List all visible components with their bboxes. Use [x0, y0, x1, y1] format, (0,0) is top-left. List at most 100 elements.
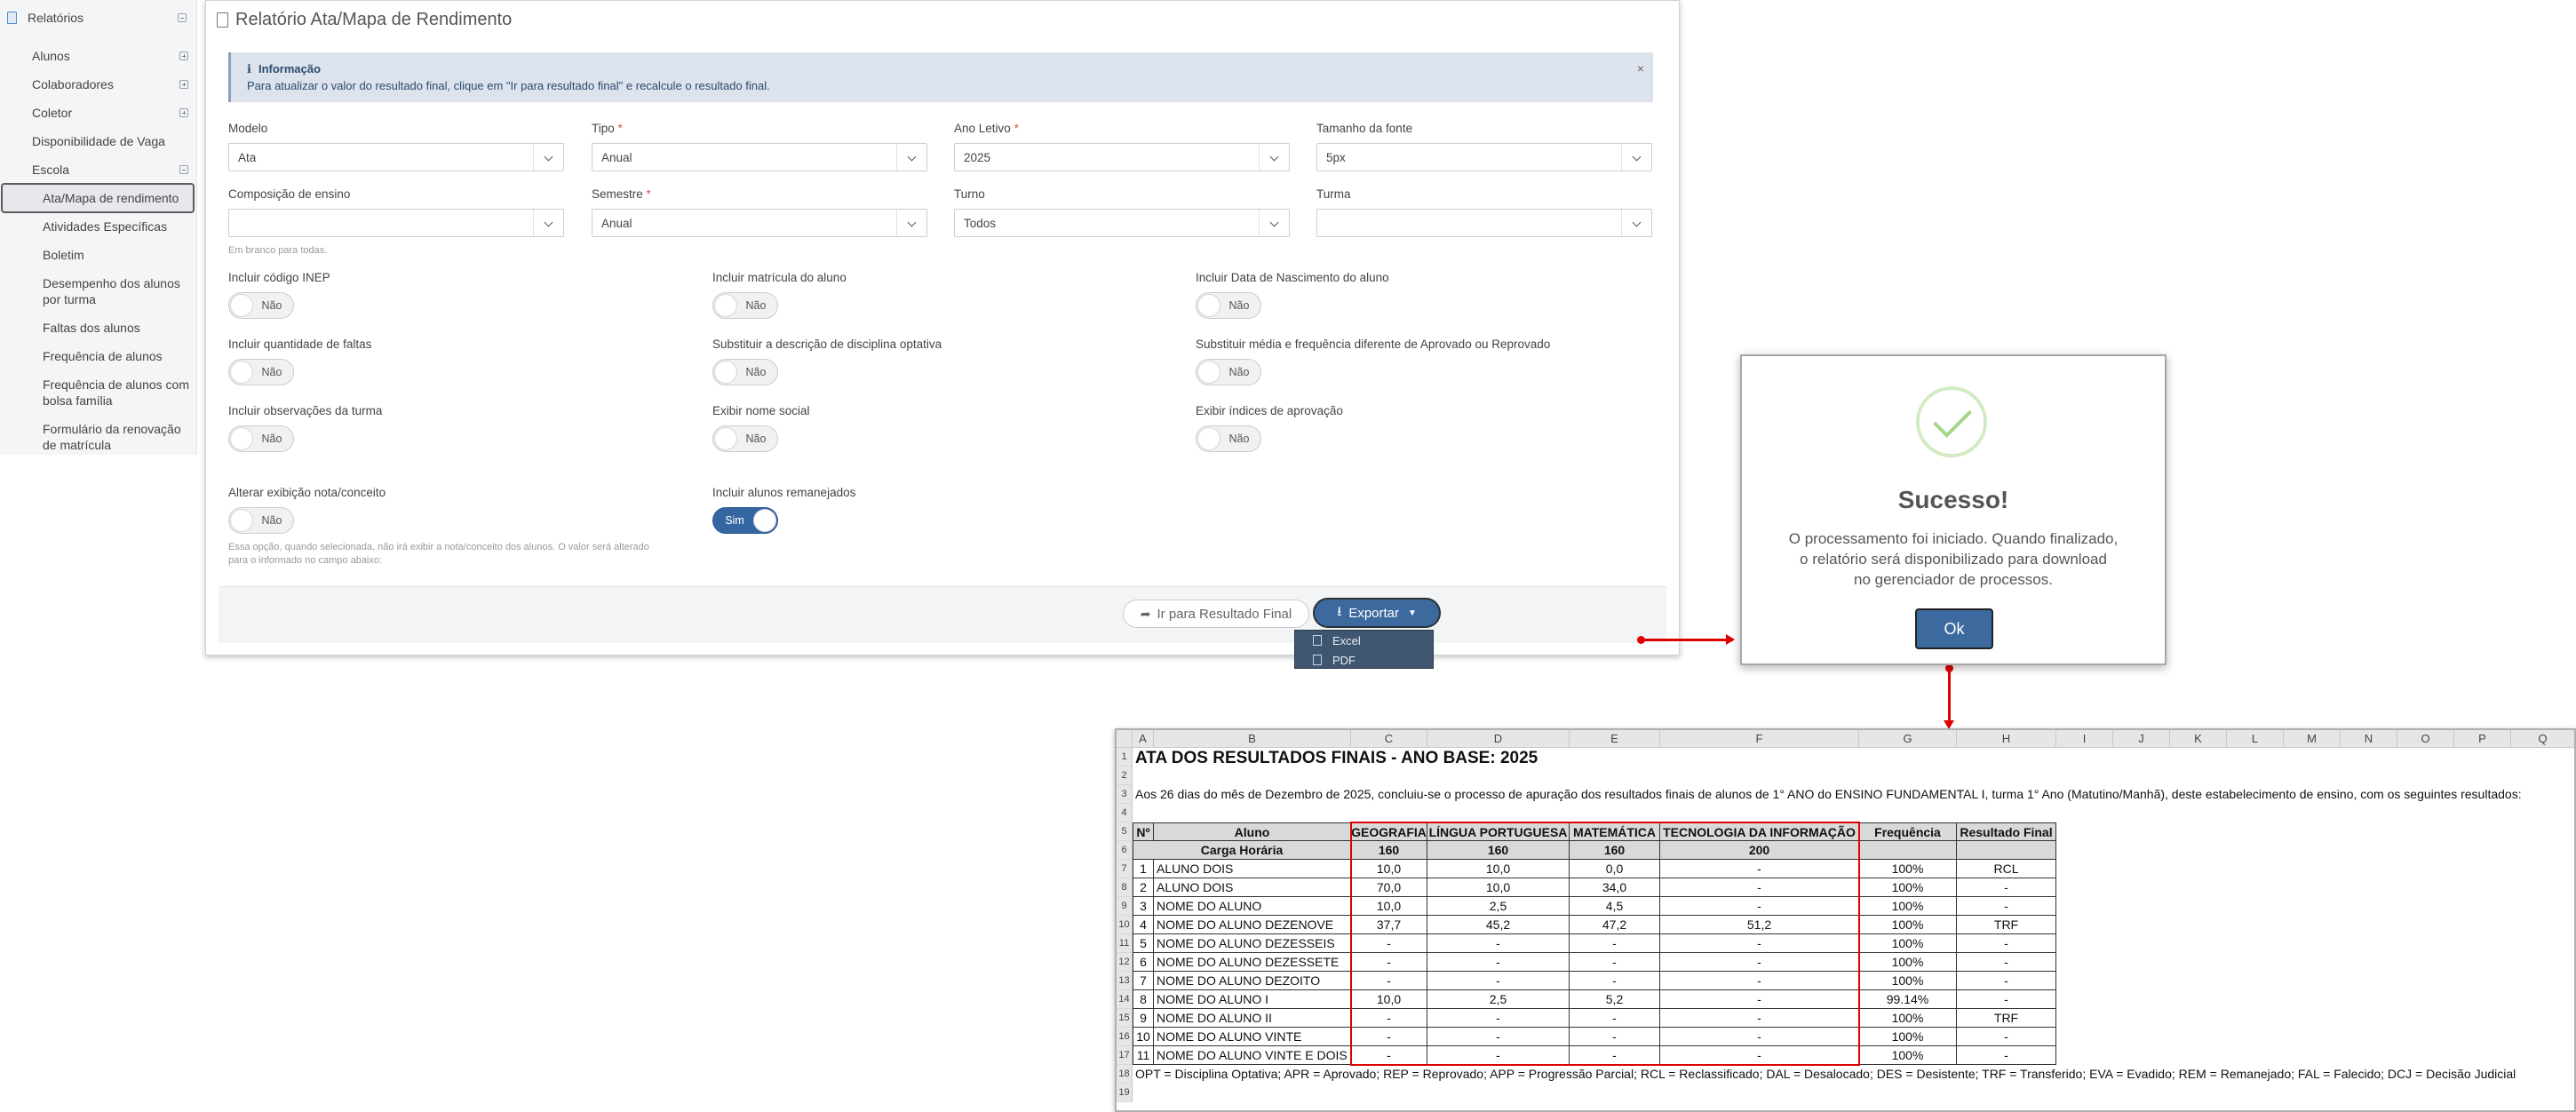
student-data-cell: - [1570, 1028, 1660, 1046]
sidebar-sub-frequencia[interactable]: Frequência de alunos [43, 348, 192, 364]
sidebar-sub-atividades[interactable]: Atividades Específicas [43, 218, 192, 234]
sheet-legend: OPT = Disciplina Optativa; APR = Aprovad… [1135, 1067, 2516, 1081]
student-data-cell: - [1660, 1046, 1859, 1065]
collapse-icon[interactable] [179, 165, 188, 174]
column-header: C [1351, 730, 1427, 748]
student-data-cell: 2,5 [1427, 897, 1570, 916]
nome-social-label: Exibir nome social [712, 404, 810, 417]
empty-cell [1859, 841, 1957, 860]
sidebar-sub-ata-mapa[interactable]: Ata/Mapa de rendimento [43, 190, 192, 206]
row-header: 16 [1117, 1028, 1133, 1046]
sidebar-sub-frequencia-bolsa[interactable]: Frequência de alunos com bolsa família [43, 377, 192, 409]
student-data-cell: - [1957, 1046, 2056, 1065]
dialog-ok-button[interactable]: Ok [1915, 608, 1993, 649]
sheet-header-cell: Aluno [1154, 822, 1351, 841]
composicao-select[interactable] [228, 209, 564, 237]
sidebar-item-disponibilidade[interactable]: Disponibilidade de Vaga [32, 133, 192, 149]
faltas-toggle[interactable]: Não [228, 359, 294, 385]
student-data-cell: RCL [1957, 860, 2056, 878]
expand-icon[interactable] [179, 52, 188, 60]
sidebar-sub-boletim[interactable]: Boletim [43, 247, 192, 263]
excel-spreadsheet: A B C D E F G H I J K L M N O P Q 1 2 3 4 5 6 7 8 9 10 11 12 13 14 15 16… [1115, 728, 2576, 1112]
observacoes-toggle[interactable]: Não [228, 425, 294, 452]
remanejados-toggle[interactable]: Sim [712, 507, 778, 534]
student-data-cell: 5 [1133, 934, 1154, 953]
student-data-cell: - [1351, 1046, 1427, 1065]
student-name-cell: NOME DO ALUNO II [1154, 1009, 1351, 1028]
student-data-cell: 10,0 [1351, 990, 1427, 1009]
export-pdf-item[interactable]: PDF [1295, 650, 1435, 670]
student-data-cell: - [1351, 934, 1427, 953]
nascimento-toggle[interactable]: Não [1196, 292, 1261, 319]
student-name-cell: NOME DO ALUNO DEZESSEIS [1154, 934, 1351, 953]
student-data-cell: - [1351, 953, 1427, 972]
sidebar-item-escola[interactable]: Escola [32, 162, 192, 178]
nome-social-toggle[interactable]: Não [712, 425, 778, 452]
column-header: B [1154, 730, 1351, 748]
nota-conceito-toggle[interactable]: Não [228, 507, 294, 534]
turma-select[interactable] [1316, 209, 1652, 237]
chevron-down-icon [896, 144, 926, 171]
semestre-label: Semestre * [592, 187, 651, 201]
sidebar-sub-desempenho[interactable]: Desempenho dos alunos por turma [43, 275, 192, 307]
sidebar-item-colaboradores[interactable]: Colaboradores [32, 76, 192, 92]
export-button[interactable]: ⭳ Exportar ▼ [1313, 598, 1441, 628]
student-data-cell: - [1351, 1009, 1427, 1028]
media-toggle[interactable]: Não [1196, 359, 1261, 385]
indices-toggle[interactable]: Não [1196, 425, 1261, 452]
tipo-select[interactable]: Anual [592, 143, 927, 171]
sheet-header-cell: MATEMÁTICA [1570, 822, 1660, 841]
student-data-cell: 3 [1133, 897, 1154, 916]
go-to-final-result-button[interactable]: ➦ Ir para Resultado Final [1123, 600, 1309, 628]
sheet-header-cell: GEOGRAFIA [1351, 822, 1427, 841]
student-data-cell: - [1660, 1009, 1859, 1028]
student-data-cell: 5,2 [1570, 990, 1660, 1009]
student-data-cell: - [1957, 953, 2056, 972]
inep-toggle[interactable]: Não [228, 292, 294, 319]
modelo-select[interactable]: Ata [228, 143, 564, 171]
student-data-cell: - [1427, 1009, 1570, 1028]
chevron-down-icon [533, 144, 563, 171]
tamanho-fonte-select[interactable]: 5px [1316, 143, 1652, 171]
matricula-toggle[interactable]: Não [712, 292, 778, 319]
column-header: P [2454, 730, 2511, 748]
sidebar-root-relatorios[interactable]: Relatórios [7, 7, 190, 28]
sheet-header-cell: TECNOLOGIA DA INFORMAÇÃO [1660, 822, 1859, 841]
chevron-down-icon [1259, 144, 1289, 171]
sidebar-sub-formulario[interactable]: Formulário da renovação de matrícula [43, 421, 192, 453]
row-header: 11 [1117, 934, 1133, 953]
turno-select[interactable]: Todos [954, 209, 1290, 237]
student-data-cell: - [1660, 878, 1859, 897]
export-excel-item[interactable]: Excel [1295, 631, 1435, 650]
student-data-cell: - [1351, 1028, 1427, 1046]
student-data-cell: 0,0 [1570, 860, 1660, 878]
dialog-title: Sucesso! [1897, 486, 2009, 513]
column-header: J [2113, 730, 2170, 748]
optativa-toggle[interactable]: Não [712, 359, 778, 385]
sidebar-sub-faltas[interactable]: Faltas dos alunos [43, 320, 192, 336]
semestre-select[interactable]: Anual [592, 209, 927, 237]
student-data-cell: 2,5 [1427, 990, 1570, 1009]
expand-icon[interactable] [179, 80, 188, 89]
close-icon[interactable]: × [1637, 61, 1644, 75]
column-header: G [1859, 730, 1957, 748]
ano-letivo-select[interactable]: 2025 [954, 143, 1290, 171]
row-header: 12 [1117, 953, 1133, 972]
collapse-icon[interactable] [178, 13, 187, 22]
sidebar-item-coletor[interactable]: Coletor [32, 105, 192, 121]
student-data-cell: - [1427, 972, 1570, 990]
nascimento-label: Incluir Data de Nascimento do aluno [1196, 271, 1389, 284]
row-header: 4 [1117, 804, 1133, 822]
row-header: 5 [1117, 822, 1133, 841]
student-name-cell: ALUNO DOIS [1154, 878, 1351, 897]
sheet-header-cell: Resultado Final [1957, 822, 2056, 841]
student-data-cell: 100% [1859, 1046, 1957, 1065]
sidebar-item-alunos[interactable]: Alunos [32, 48, 192, 64]
student-data-cell: 34,0 [1570, 878, 1660, 897]
expand-icon[interactable] [179, 108, 188, 117]
student-data-cell: - [1660, 934, 1859, 953]
student-data-cell: - [1957, 897, 2056, 916]
sheet-intro: Aos 26 dias do mês de Dezembro de 2025, … [1135, 787, 2522, 801]
sheet-corner [1117, 730, 1133, 748]
carga-horaria-label: Carga Horária [1133, 841, 1351, 860]
